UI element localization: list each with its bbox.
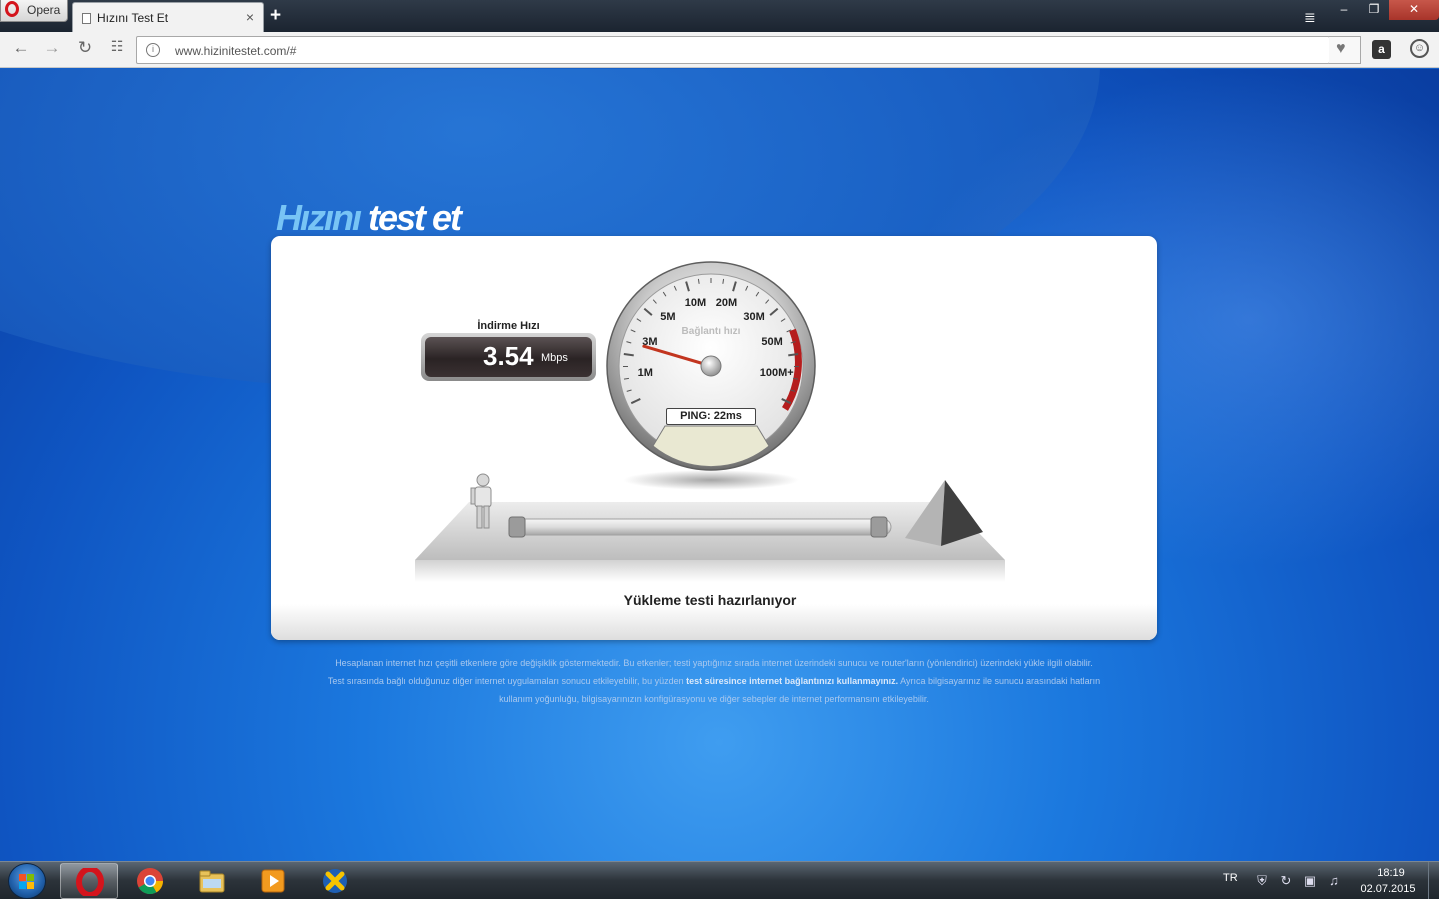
speed-dial-grid-icon[interactable]: ☷ — [105, 38, 129, 60]
track-tube — [510, 518, 892, 536]
taskbar-opera[interactable] — [60, 863, 118, 899]
track-cap-right — [870, 516, 888, 538]
gauge-label: 10M — [685, 297, 706, 309]
download-value: 3.54 — [483, 341, 534, 371]
show-desktop-button[interactable] — [1428, 862, 1439, 899]
upload-progress-track — [415, 473, 1005, 582]
disclaimer-line-3: kullanım yoğunluğu, bilgisayarınızın kon… — [499, 694, 929, 704]
clock-date[interactable]: 02.07.2015 — [1356, 883, 1420, 895]
address-bar[interactable]: i www.hizinitestet.com/# — [136, 36, 1330, 64]
gauge-tick — [788, 352, 799, 357]
tab-title: Hızını Test Et — [97, 11, 169, 25]
download-label: İndirme Hızı — [477, 320, 540, 332]
windows-logo-icon — [19, 874, 35, 890]
taskbar-chrome[interactable] — [121, 863, 179, 899]
tab-menu-icon[interactable]: ≣ — [1304, 9, 1316, 26]
ping-readout: PING: 22ms — [666, 408, 756, 425]
speed-gauge: Bağlantı hızı 1M3M5M10M 20M30M50M100M+ — [606, 261, 816, 490]
restore-button[interactable]: ❐ — [1359, 0, 1389, 20]
opera-menu-button[interactable]: Opera — [0, 0, 68, 22]
clock-time[interactable]: 18:19 — [1362, 867, 1420, 879]
site-info-icon[interactable]: i — [146, 43, 160, 57]
opera-menu-label: Opera — [27, 3, 61, 17]
logo-part2: test et — [360, 197, 462, 238]
xampp-icon — [323, 869, 347, 893]
download-display-inner: 3.54 Mbps — [425, 337, 592, 377]
opera-logo-icon — [5, 1, 19, 17]
sync-icon[interactable]: ↻ — [1278, 873, 1294, 889]
test-status: Yükleme testi hazırlanıyor — [623, 592, 797, 608]
gauge-title: Bağlantı hızı — [682, 326, 741, 337]
heart-icon[interactable]: ♥ — [1336, 40, 1346, 58]
back-arrow-icon[interactable]: ← — [9, 38, 33, 60]
gauge-label: 100M+ — [760, 367, 794, 379]
page-icon — [82, 13, 91, 24]
new-tab-button[interactable]: + — [270, 5, 281, 27]
gauge-tick — [623, 352, 634, 357]
disclaimer-line-1: Hesaplanan internet hızı çeşitli etkenle… — [335, 658, 1093, 668]
site-logo[interactable]: Hızını test et — [276, 197, 462, 239]
minimize-button[interactable]: – — [1329, 0, 1359, 20]
forward-arrow-icon[interactable]: → — [40, 38, 64, 60]
card-bottom-fade — [271, 604, 1157, 640]
disclaimer-text: Hesaplanan internet hızı çeşitli etkenle… — [270, 654, 1158, 708]
gauge-label: 1M — [638, 367, 653, 379]
download-unit: Mbps — [541, 352, 568, 364]
start-button[interactable] — [8, 863, 46, 899]
tab-hizini-test-et[interactable]: Hızını Test Et × — [72, 2, 264, 32]
logo-part1: Hızını — [276, 197, 362, 238]
address-url: www.hizinitestet.com/# — [175, 44, 297, 58]
gauge-tick — [722, 278, 725, 284]
gauge-hub — [700, 355, 722, 377]
media-player-icon — [261, 869, 285, 893]
opera-icon — [76, 868, 104, 896]
volume-icon[interactable]: ♫ — [1326, 873, 1342, 889]
speedtest-card: İndirme Hızı 3.54 Mbps Bağlantı hızı 1M … — [271, 236, 1157, 640]
taskbar-file-explorer[interactable] — [183, 863, 241, 899]
network-icon[interactable]: ▣ — [1302, 873, 1318, 889]
disclaimer-warning: test süresince internet bağlantınızı kul… — [686, 676, 899, 686]
track-platform-edge — [415, 560, 1005, 582]
reload-icon[interactable]: ↻ — [73, 38, 97, 60]
download-display: 3.54 Mbps — [421, 333, 596, 381]
taskbar-media-player[interactable] — [244, 863, 302, 899]
window-controls: – ❐ ✕ — [1329, 0, 1439, 20]
gauge-label: 30M — [743, 311, 764, 323]
chrome-icon — [137, 868, 164, 895]
gauge-label: 5M — [660, 311, 675, 323]
close-button[interactable]: ✕ — [1389, 0, 1439, 20]
security-shield-icon[interactable]: ⛨ — [1254, 873, 1270, 889]
browser-toolbar: ← → ↻ ☷ i www.hizinitestet.com/# ♥ a ☺ — [0, 32, 1439, 68]
disclaimer-line-2-pre: Test sırasında bağlı olduğunuz diğer int… — [327, 676, 687, 686]
windows-taskbar: TR ⛨ ↻ ▣ ♫ 18:19 02.07.2015 — [0, 861, 1439, 899]
track-cap-left — [508, 516, 526, 538]
disclaimer-line-2-post: Ayrıca bilgisayarınız ile sunucu arasınd… — [898, 676, 1101, 686]
page-content: Hızını test et İndirme Hızı 3.54 Mbps Ba… — [0, 69, 1439, 861]
browser-titlebar: Opera Hızını Test Et × + ≣ – ❐ ✕ — [0, 0, 1439, 32]
gauge-tick — [697, 278, 700, 284]
taskbar-xampp[interactable] — [306, 863, 364, 899]
language-indicator[interactable]: TR — [1223, 872, 1238, 884]
tab-close-icon[interactable]: × — [246, 9, 254, 25]
disclaimer-line-2: Test sırasında bağlı olduğunuz diğer int… — [270, 672, 1158, 690]
gauge-label: 20M — [716, 297, 737, 309]
file-explorer-icon — [199, 870, 225, 893]
amazon-icon[interactable]: a — [1372, 40, 1391, 59]
gauge-label: 50M — [761, 336, 782, 348]
account-icon[interactable]: ☺ — [1410, 39, 1429, 58]
